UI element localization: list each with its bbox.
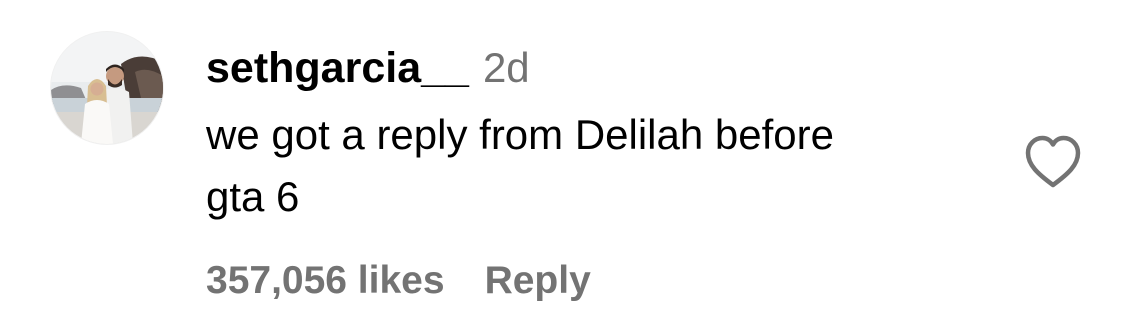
likes-count-button[interactable]: 357,056 likes [206, 256, 445, 306]
reply-button[interactable]: Reply [485, 256, 591, 306]
comment: sethgarcia__ 2d we got a reply from Delil… [0, 0, 1122, 331]
comment-header: sethgarcia__ 2d [206, 40, 530, 96]
username[interactable]: sethgarcia__ [206, 44, 469, 92]
comment-text: we got a reply from Delilah before gta 6 [206, 111, 834, 220]
avatar-image [51, 32, 163, 144]
avatar[interactable] [51, 32, 163, 144]
comment-timestamp: 2d [482, 44, 530, 91]
like-button[interactable] [1024, 134, 1082, 190]
comment-actions: 357,056 likes Reply [206, 256, 591, 306]
heart-outline-icon [1025, 135, 1081, 188]
